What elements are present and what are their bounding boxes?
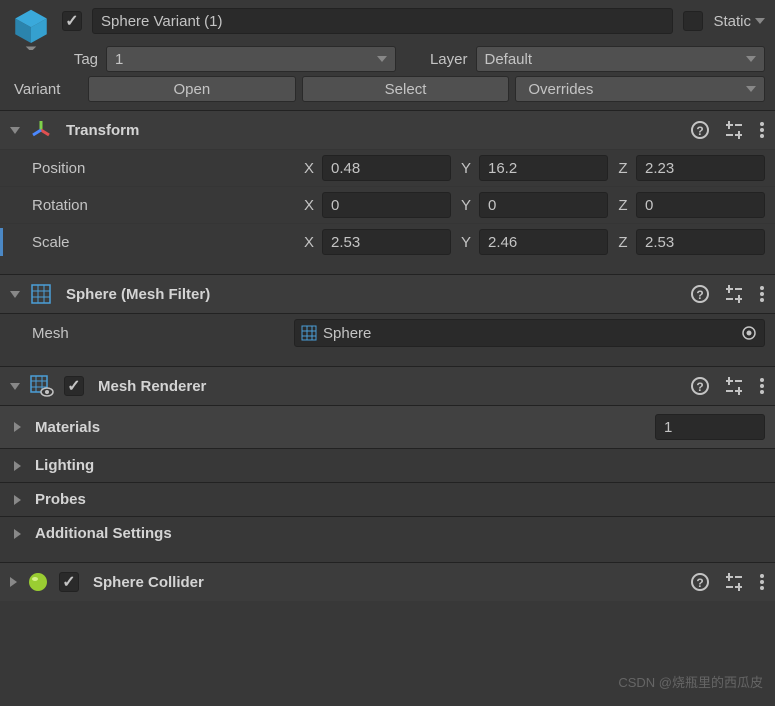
preset-icon[interactable] [725,121,743,139]
object-enabled-checkbox[interactable] [62,11,82,31]
help-icon[interactable]: ? [691,377,709,395]
rotation-z[interactable] [636,192,765,218]
transform-icon [30,119,52,141]
layer-dropdown[interactable]: Default [476,46,766,72]
preset-icon[interactable] [725,377,743,395]
menu-icon[interactable] [759,377,765,395]
foldout-icon[interactable] [14,495,21,505]
menu-icon[interactable] [759,121,765,139]
menu-icon[interactable] [759,573,765,591]
help-icon[interactable]: ? [691,573,709,591]
static-dropdown[interactable]: Static [713,13,765,30]
lighting-row[interactable]: Lighting [0,448,775,482]
object-name-input[interactable] [92,8,673,34]
scale-row: Scale X Y Z [0,223,775,260]
select-button[interactable]: Select [302,76,510,102]
foldout-icon[interactable] [14,529,21,539]
sphere-collider-icon [27,571,49,593]
rotation-y[interactable] [479,192,608,218]
svg-text:?: ? [696,576,703,590]
sphere-collider-enabled-checkbox[interactable] [59,572,79,592]
rotation-label: Rotation [32,197,302,214]
transform-header[interactable]: Transform ? [0,110,775,149]
help-icon[interactable]: ? [691,121,709,139]
materials-row[interactable]: Materials [0,405,775,448]
watermark-text: CSDN @烧瓶里的西瓜皮 [618,672,763,691]
tag-dropdown[interactable]: 1 [106,46,396,72]
position-z[interactable] [636,155,765,181]
sphere-collider-header[interactable]: Sphere Collider ? [0,562,775,601]
foldout-icon[interactable] [14,422,21,432]
foldout-icon[interactable] [10,291,20,298]
preset-icon[interactable] [725,573,743,591]
mesh-filter-title: Sphere (Mesh Filter) [66,286,210,303]
mesh-renderer-header[interactable]: Mesh Renderer ? [0,366,775,405]
position-x[interactable] [322,155,451,181]
scale-z[interactable] [636,229,765,255]
mesh-filter-header[interactable]: Sphere (Mesh Filter) ? [0,274,775,313]
mesh-object-field[interactable]: Sphere [294,319,765,347]
additional-settings-row[interactable]: Additional Settings [0,516,775,550]
rotation-row: Rotation X Y Z [0,186,775,223]
mesh-row: Mesh Sphere [0,313,775,352]
materials-label: Materials [35,419,100,436]
mesh-value: Sphere [323,325,371,342]
materials-count[interactable] [655,414,765,440]
help-icon[interactable]: ? [691,285,709,303]
svg-text:?: ? [696,124,703,138]
variant-label: Variant [14,81,82,98]
mesh-label: Mesh [32,325,294,342]
overrides-dropdown[interactable]: Overrides [515,76,765,102]
variant-row: Variant Open Select Overrides [0,74,775,110]
transform-title: Transform [66,122,139,139]
scale-y[interactable] [479,229,608,255]
mesh-renderer-enabled-checkbox[interactable] [64,376,84,396]
foldout-icon[interactable] [10,127,20,134]
mesh-renderer-title: Mesh Renderer [98,378,206,395]
mesh-field-icon [301,325,317,341]
inspector-header: Static Tag 1 Layer Default [0,0,775,74]
lighting-label: Lighting [35,457,94,474]
scale-x[interactable] [322,229,451,255]
foldout-icon[interactable] [10,383,20,390]
position-y[interactable] [479,155,608,181]
foldout-icon[interactable] [10,577,17,587]
preset-icon[interactable] [725,285,743,303]
layer-label: Layer [404,51,468,68]
static-label: Static [713,13,751,30]
scale-label: Scale [32,234,302,251]
prefab-icon [10,8,52,50]
svg-text:?: ? [696,288,703,302]
object-picker-icon[interactable] [740,324,758,342]
tag-label: Tag [62,51,98,68]
mesh-renderer-icon [30,375,54,397]
override-marker [0,228,3,256]
svg-text:?: ? [696,380,703,394]
open-button[interactable]: Open [88,76,296,102]
mesh-filter-icon [30,283,52,305]
probes-row[interactable]: Probes [0,482,775,516]
foldout-icon[interactable] [14,461,21,471]
static-checkbox[interactable] [683,11,703,31]
rotation-x[interactable] [322,192,451,218]
sphere-collider-title: Sphere Collider [93,574,204,591]
position-row: Position X Y Z [0,149,775,186]
menu-icon[interactable] [759,285,765,303]
position-label: Position [32,160,302,177]
probes-label: Probes [35,491,86,508]
additional-label: Additional Settings [35,525,172,542]
